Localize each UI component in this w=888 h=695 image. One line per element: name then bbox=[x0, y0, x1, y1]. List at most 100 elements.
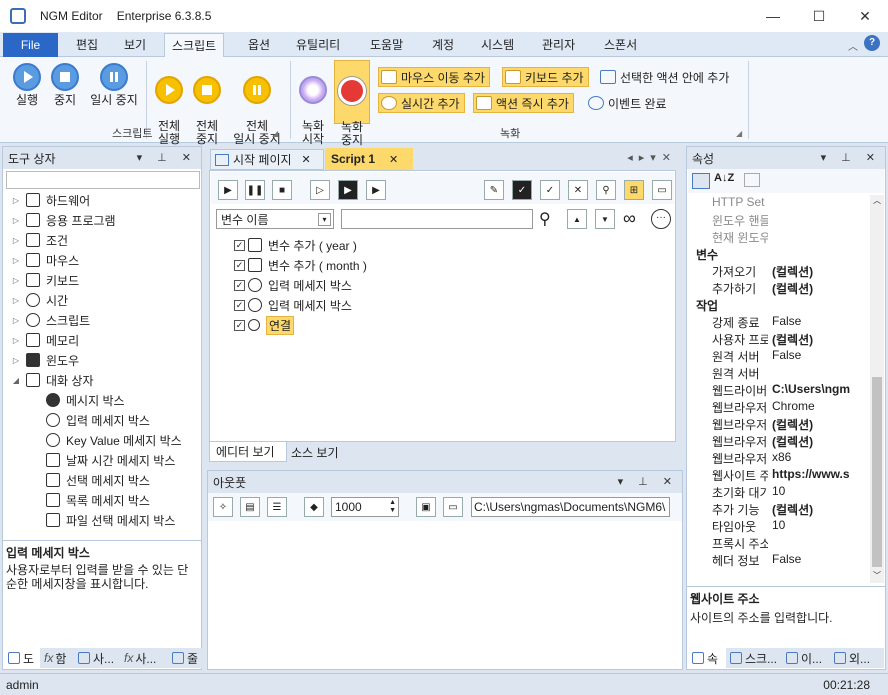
run-all-button[interactable]: 전체 실행 bbox=[152, 63, 186, 146]
pause-button[interactable]: 일시 중지 bbox=[86, 63, 142, 107]
delete-icon[interactable]: ✕ bbox=[568, 180, 588, 200]
property-value[interactable] bbox=[768, 535, 866, 552]
add-mouse-move-button[interactable]: 마우스 이동 추가 bbox=[378, 67, 490, 87]
scroll-up-icon[interactable]: ︿ bbox=[870, 195, 884, 206]
property-row[interactable]: HTTP Set bbox=[688, 195, 866, 212]
tree-view-icon[interactable]: ⊞ bbox=[624, 180, 644, 200]
document-search-icon[interactable]: ▤ bbox=[240, 497, 260, 517]
add-action-now-button[interactable]: 액션 즉시 추가 bbox=[473, 93, 574, 113]
tab-start-page[interactable]: 시작 페이지 ✕ bbox=[210, 149, 324, 170]
property-row[interactable]: 추가하기 (컬렉션) bbox=[688, 280, 866, 297]
property-value[interactable]: False bbox=[768, 348, 866, 365]
save-icon[interactable]: ▣ bbox=[416, 497, 436, 517]
tree-item-memory[interactable]: ▷ 메모리 bbox=[10, 330, 79, 350]
add-realtime-button[interactable]: 실시간 추가 bbox=[378, 93, 465, 113]
check-all-icon[interactable]: ✓ bbox=[512, 180, 532, 200]
add-keyboard-button[interactable]: 키보드 추가 bbox=[502, 67, 589, 87]
tab-user-functions[interactable]: fx 사... bbox=[120, 648, 168, 668]
run-from-icon[interactable]: ▶ bbox=[366, 180, 386, 200]
property-value[interactable]: (컬렉션) bbox=[768, 416, 866, 433]
property-row[interactable]: 원격 서버 False bbox=[688, 348, 866, 365]
move-up-icon[interactable]: ▲ bbox=[567, 209, 587, 229]
tab-functions[interactable]: fx 함 bbox=[40, 648, 74, 668]
stepper-icon[interactable]: ▲ ▼ bbox=[389, 499, 396, 515]
tab-script-list[interactable]: 스크... bbox=[726, 648, 782, 668]
property-row[interactable]: 웹브라우저 (컬렉션) bbox=[688, 416, 866, 433]
property-value[interactable] bbox=[768, 212, 866, 229]
record-start-button[interactable]: 녹화 시작 bbox=[296, 63, 330, 146]
tab-properties[interactable]: 속 bbox=[688, 648, 726, 668]
editor-tab-controls[interactable]: ◂▸▾✕ bbox=[627, 151, 677, 164]
property-row[interactable]: 강제 종료 False bbox=[688, 314, 866, 331]
script-row-add-var-month[interactable]: ✓ 변수 추가 ( month ) bbox=[234, 255, 367, 275]
property-row[interactable]: 가져오기 (컬렉션) bbox=[688, 263, 866, 280]
close-tab-icon[interactable]: ✕ bbox=[389, 153, 398, 166]
checkbox[interactable]: ✓ bbox=[234, 299, 245, 311]
clear-brush-icon[interactable]: ✧ bbox=[213, 497, 233, 517]
property-row[interactable]: 사용자 프로필(컬렉션) bbox=[688, 331, 866, 348]
tab-options[interactable]: 옵션 bbox=[248, 36, 270, 53]
close-tab-icon[interactable]: ✕ bbox=[302, 153, 311, 166]
help-icon[interactable]: ? bbox=[864, 35, 880, 51]
tab-edit[interactable]: 편집 bbox=[76, 36, 98, 53]
dialog-launcher-icon[interactable]: ◢ bbox=[736, 129, 742, 138]
tab-admin[interactable]: 관리자 bbox=[542, 36, 575, 53]
tab-source-view[interactable]: 소스 보기 bbox=[287, 442, 347, 462]
collapse-ribbon-icon[interactable]: ︿ bbox=[848, 38, 858, 53]
property-value[interactable]: 10 bbox=[768, 518, 866, 535]
record-stop-button[interactable]: 녹화 중지 bbox=[334, 60, 370, 147]
script-row-input-msg-2[interactable]: ✓ 입력 메세지 박스 bbox=[234, 295, 352, 315]
check-icon[interactable]: ✓ bbox=[540, 180, 560, 200]
edit-icon[interactable]: ✎ bbox=[484, 180, 504, 200]
output-line-count-input[interactable]: 1000 ▲ ▼ bbox=[331, 497, 399, 517]
property-category[interactable]: 작업 bbox=[688, 297, 866, 314]
tree-item-file-select-message-box[interactable]: 파일 선택 메세지 박스 bbox=[42, 510, 175, 530]
more-icon[interactable]: ··· bbox=[651, 209, 671, 229]
tab-help[interactable]: 도움말 bbox=[370, 36, 403, 53]
property-row[interactable]: 웹브라우저 x86 bbox=[688, 450, 866, 467]
tree-item-select-message-box[interactable]: 선택 메세지 박스 bbox=[42, 470, 150, 490]
property-row[interactable]: 초기화 대기 10 bbox=[688, 484, 866, 501]
checkbox[interactable]: ✓ bbox=[234, 279, 245, 291]
panel-controls[interactable]: ▾ ⊥ ✕ bbox=[618, 475, 678, 488]
panel-controls[interactable]: ▾ ⊥ ✕ bbox=[821, 151, 881, 164]
checkbox[interactable]: ✓ bbox=[234, 239, 245, 251]
variable-search-input[interactable] bbox=[341, 209, 533, 229]
variable-select[interactable]: 변수 이름 ▾ bbox=[216, 209, 334, 229]
checkbox[interactable]: ✓ bbox=[234, 319, 245, 331]
tab-utility[interactable]: 유틸리티 bbox=[296, 36, 340, 53]
tree-item-time[interactable]: ▷ 시간 bbox=[10, 290, 68, 310]
property-value[interactable]: (컬렉션) bbox=[768, 263, 866, 280]
tab-lines[interactable]: 줄 bbox=[168, 648, 202, 668]
property-row[interactable]: 웹드라이버 C:\Users\ngm bbox=[688, 382, 866, 399]
tree-item-script[interactable]: ▷ 스크립트 bbox=[10, 310, 90, 330]
output-path-field[interactable]: C:\Users\ngmas\Documents\NGM6\ bbox=[471, 497, 670, 517]
tab-system[interactable]: 시스템 bbox=[481, 36, 514, 53]
property-value[interactable]: (컬렉션) bbox=[768, 433, 866, 450]
run-button[interactable]: 실행 bbox=[10, 63, 44, 107]
tree-item-window[interactable]: ▷ 윈도우 bbox=[10, 350, 79, 370]
folder-open-icon[interactable]: ▭ bbox=[443, 497, 463, 517]
minimize-button[interactable]: — bbox=[750, 0, 796, 32]
property-value[interactable]: (컬렉션) bbox=[768, 501, 866, 518]
close-button[interactable]: ✕ bbox=[842, 0, 888, 32]
tab-images[interactable]: 이... bbox=[782, 648, 830, 668]
maximize-button[interactable]: ☐ bbox=[796, 0, 842, 32]
property-value[interactable]: (컬렉션) bbox=[768, 280, 866, 297]
properties-scrollbar[interactable]: ︿ ﹀ bbox=[870, 195, 884, 583]
play-icon[interactable]: ▶ bbox=[218, 180, 238, 200]
property-value[interactable] bbox=[768, 365, 866, 382]
tree-item-list-message-box[interactable]: 목록 메세지 박스 bbox=[42, 490, 150, 510]
tab-external[interactable]: 외... bbox=[830, 648, 884, 668]
add-in-selected-button[interactable]: 선택한 액션 안에 추가 bbox=[598, 67, 733, 87]
tab-script1[interactable]: Script 1 ✕ bbox=[325, 148, 413, 170]
infinity-icon[interactable]: ∞ bbox=[623, 208, 636, 229]
tree-item-dialog[interactable]: ◢ 대화 상자 bbox=[10, 370, 94, 390]
pause-icon[interactable]: ❚❚ bbox=[245, 180, 265, 200]
property-value[interactable] bbox=[768, 195, 866, 212]
run-selected-icon[interactable]: ▶ bbox=[338, 180, 358, 200]
property-value[interactable]: https://www.s bbox=[768, 467, 866, 484]
script-row-add-var-year[interactable]: ✓ 변수 추가 ( year ) bbox=[234, 235, 357, 255]
computer-icon[interactable]: ▭ bbox=[652, 180, 672, 200]
scroll-down-icon[interactable]: ﹀ bbox=[870, 570, 884, 581]
